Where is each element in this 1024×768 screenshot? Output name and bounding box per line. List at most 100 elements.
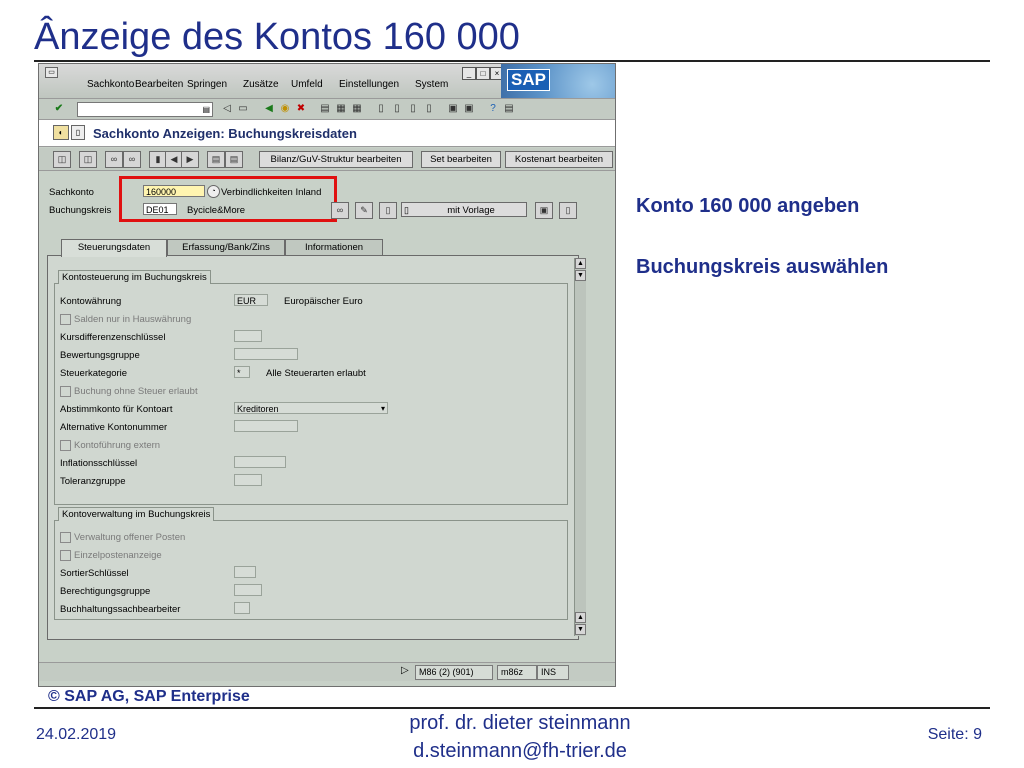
mit-vorlage-label: mit Vorlage	[447, 205, 495, 216]
kursdiff-label: Kursdifferenzenschlüssel	[60, 332, 166, 343]
link-icon[interactable]: ∞	[105, 151, 123, 168]
salden-hauswaehrung-label: Salden nur in Hauswährung	[74, 314, 192, 326]
sachbearbeiter-field[interactable]	[234, 602, 250, 614]
alternative-kontonummer-field[interactable]	[234, 420, 298, 432]
save-icon[interactable]: ▭	[237, 102, 249, 115]
kostenart-button[interactable]: Kostenart bearbeiten	[505, 151, 613, 168]
display-glasses-icon[interactable]: ∞	[331, 202, 349, 219]
cancel-icon[interactable]: ✖	[295, 102, 307, 115]
dropdown-icon[interactable]: ▾	[381, 403, 385, 415]
shortcut-icon[interactable]: ▣	[463, 102, 475, 115]
minimize-icon[interactable]: _	[462, 67, 476, 80]
title-divider	[34, 60, 990, 62]
maximize-icon[interactable]: □	[476, 67, 490, 80]
kursdiff-field[interactable]	[234, 330, 262, 342]
new-session-icon[interactable]: ▣	[447, 102, 459, 115]
berechtigungsgruppe-label: Berechtigungsgruppe	[60, 586, 151, 597]
verwaltung-op-checkbox[interactable]	[60, 532, 71, 543]
kontofuehrung-extern-row: Kontoführung extern	[60, 440, 160, 451]
find-next-icon[interactable]: ▦	[351, 102, 363, 115]
document-icon[interactable]: ▤	[207, 151, 225, 168]
page-icon[interactable]: ▯	[71, 125, 85, 140]
buchung-ohne-steuer-label: Buchung ohne Steuer erlaubt	[74, 386, 198, 398]
status-expand-icon[interactable]: ▷	[401, 665, 409, 676]
create-icon[interactable]: ▯	[379, 202, 397, 219]
command-field[interactable]: ▤	[77, 102, 213, 117]
tab-informationen[interactable]: Informationen	[285, 239, 383, 256]
menu-bearbeiten[interactable]: Bearbeiten	[135, 79, 183, 90]
tab-steuerungsdaten[interactable]: Steuerungsdaten	[61, 239, 167, 257]
menu-system[interactable]: System	[415, 79, 448, 90]
alternative-kontonummer-label: Alternative Kontonummer	[60, 422, 168, 433]
inflationsschluessel-label: Inflationsschlüssel	[60, 458, 138, 469]
bilanz-guv-button[interactable]: Bilanz/GuV-Struktur bearbeiten	[259, 151, 413, 168]
menu-umfeld[interactable]: Umfeld	[291, 79, 323, 90]
mit-vorlage-button[interactable]: ▯ mit Vorlage	[401, 202, 527, 217]
print-icon[interactable]: ▤	[319, 102, 331, 115]
status-session: M86 (2) (901)	[415, 665, 493, 680]
sortierschluessel-field[interactable]	[234, 566, 256, 578]
annotation-buchungskreis: Buchungskreis auswählen	[636, 256, 889, 278]
group-kontoverwaltung-title: Kontoverwaltung im Buchungskreis	[58, 507, 215, 521]
verwaltung-op-row: Verwaltung offener Posten	[60, 532, 185, 543]
footer-author-email: d.steinmann@fh-trier.de	[413, 740, 627, 762]
footer-page-number: Seite: 9	[927, 726, 982, 743]
next-record-icon[interactable]: ▶	[181, 151, 199, 168]
vertical-scrollbar[interactable]: ▲ ▼ ▲ ▼	[574, 258, 586, 636]
toleranzgruppe-field[interactable]	[234, 474, 262, 486]
abstimmkonto-value: Kreditoren	[237, 404, 279, 414]
other-object-icon[interactable]: ◫	[79, 151, 97, 168]
kontofuehrung-extern-label: Kontoführung extern	[74, 440, 161, 452]
berechtigungsgruppe-field[interactable]	[234, 584, 262, 596]
menu-einstellungen[interactable]: Einstellungen	[339, 79, 399, 90]
exit-icon[interactable]: ◉	[279, 102, 291, 115]
document-list-icon[interactable]: ▤	[225, 151, 243, 168]
delete-trash-icon[interactable]: ▯	[559, 202, 577, 219]
first-page-icon[interactable]: ▯	[375, 102, 387, 115]
steuerkategorie-field[interactable]: *	[234, 366, 250, 378]
einzelpostenanzeige-checkbox[interactable]	[60, 550, 71, 561]
sap-logo-text: SAP	[507, 69, 550, 91]
copyright-note: © SAP AG, SAP Enterprise	[48, 688, 250, 705]
scroll-down-icon[interactable]: ▼	[575, 624, 586, 635]
kontowaehrung-field[interactable]: EUR	[234, 294, 268, 306]
last-page-icon[interactable]: ▯	[423, 102, 435, 115]
back-arrow-icon[interactable]: ◁	[221, 102, 233, 115]
steuerkategorie-label: Steuerkategorie	[60, 368, 128, 379]
bewertungsgruppe-label: Bewertungsgruppe	[60, 350, 140, 361]
buchungskreis-label: Buchungskreis	[49, 205, 112, 216]
footer-author-name: prof. dr. dieter steinmann	[409, 712, 631, 734]
layout-menu-icon[interactable]: ▤	[503, 102, 515, 115]
abstimmkonto-field[interactable]: Kreditoren ▾	[234, 402, 388, 414]
edit-pencil-icon[interactable]: ✎	[355, 202, 373, 219]
previous-page-icon[interactable]: ▯	[391, 102, 403, 115]
block-lock-icon[interactable]: ▣	[535, 202, 553, 219]
salden-hauswaehrung-checkbox[interactable]	[60, 314, 71, 325]
screen-title: Sachkonto Anzeigen: Buchungskreisdaten	[93, 126, 357, 141]
menu-sachkonto[interactable]: Sachkonto	[87, 79, 134, 90]
slide-title: Ânzeige des Kontos 160 000	[34, 16, 520, 58]
command-history-icon[interactable]: ▤	[202, 103, 210, 116]
next-page-icon[interactable]: ▯	[407, 102, 419, 115]
menu-zusaetze[interactable]: Zusätze	[243, 79, 279, 90]
menu-springen[interactable]: Springen	[187, 79, 227, 90]
page-up-icon[interactable]: ▼	[575, 270, 586, 281]
enter-checkmark-icon[interactable]: ✔	[53, 102, 65, 115]
group-kontosteuerung-title: Kontosteuerung im Buchungskreis	[58, 270, 211, 284]
unlink-icon[interactable]: ∞	[123, 151, 141, 168]
page-down-icon[interactable]: ▲	[575, 612, 586, 623]
window-menu-icon[interactable]: ▭	[45, 67, 58, 78]
display-mode-icon[interactable]: ◐	[53, 125, 69, 140]
kontofuehrung-extern-checkbox[interactable]	[60, 440, 71, 451]
annotation-konto: Konto 160 000 angeben	[636, 195, 860, 217]
inflationsschluessel-field[interactable]	[234, 456, 286, 468]
display-change-icon[interactable]: ◫	[53, 151, 71, 168]
tab-erfassung-bank-zins[interactable]: Erfassung/Bank/Zins	[167, 239, 285, 256]
find-icon[interactable]: ▦	[335, 102, 347, 115]
bewertungsgruppe-field[interactable]	[234, 348, 298, 360]
set-bearbeiten-button[interactable]: Set bearbeiten	[421, 151, 501, 168]
buchung-ohne-steuer-checkbox[interactable]	[60, 386, 71, 397]
help-icon[interactable]: ?	[487, 102, 499, 115]
scroll-up-icon[interactable]: ▲	[575, 258, 586, 269]
back-icon[interactable]: ◀	[263, 102, 275, 115]
